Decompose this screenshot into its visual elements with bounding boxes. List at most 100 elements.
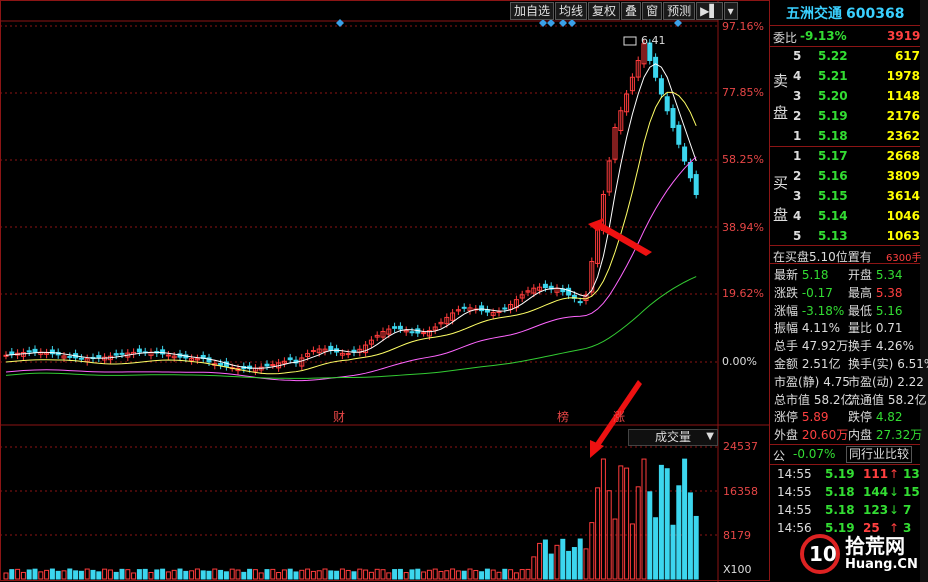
forecast-button[interactable]: 预测	[663, 2, 696, 20]
buy-order-price: 5.15	[818, 189, 848, 203]
stat-value: -3.18%	[801, 303, 845, 318]
buy-order-level: 5	[793, 229, 802, 243]
buy-order-row[interactable]: 5 5.13 1063	[793, 229, 920, 249]
stat-item: 涨幅 -3.18%	[774, 302, 844, 319]
sell-order-row[interactable]: 3 5.20 1148	[793, 89, 920, 109]
candle-body	[165, 354, 171, 357]
event-marker-rank[interactable]: 榜	[557, 408, 569, 425]
buy-order-row[interactable]: 2 5.16 3809	[793, 169, 920, 189]
sell-order-level: 2	[793, 109, 802, 123]
volume-bar	[589, 522, 595, 580]
volume-bar	[293, 571, 299, 580]
volume-bar	[218, 569, 224, 580]
volume-bar	[664, 468, 670, 580]
buy-order-row[interactable]: 4 5.14 1046	[793, 209, 920, 229]
price-axis-label: 58.25%	[722, 153, 764, 166]
candle-body	[136, 348, 142, 353]
stat-value: 5.34	[875, 268, 903, 282]
stat-value: 6.51%	[897, 357, 928, 371]
sell-order-row[interactable]: 5 5.22 617	[793, 49, 920, 69]
tick-price: 5.18	[825, 485, 855, 499]
event-diamond-icon	[547, 19, 555, 27]
volume-bar	[90, 569, 96, 580]
candle-body	[542, 283, 548, 289]
watermark-domain: Huang.CN	[845, 557, 918, 572]
buy-order-volume: 1063	[886, 229, 920, 243]
candle-body	[397, 325, 403, 330]
volume-bar	[107, 569, 113, 580]
volume-bar	[531, 556, 537, 580]
event-marker-limit-up[interactable]: 涨	[613, 408, 625, 425]
sell-order-row[interactable]: 4 5.21 1978	[793, 69, 920, 89]
stat-label: 市盈(动)	[848, 374, 894, 389]
side-tab-strip[interactable]	[920, 0, 928, 582]
sector-label: 公	[773, 449, 786, 463]
volume-bar	[310, 570, 316, 580]
volume-bar	[508, 569, 514, 580]
sector-change: -0.07%	[793, 447, 836, 461]
buy-order-level: 3	[793, 189, 802, 203]
sell-order-volume: 1148	[886, 89, 920, 103]
tick-row: 14:55 5.18 144 ↓ 15	[777, 485, 920, 503]
stat-label: 换手(实)	[848, 357, 894, 371]
sell-order-row[interactable]: 2 5.19 2176	[793, 109, 920, 129]
overlay-button[interactable]: 叠	[621, 2, 642, 20]
volume-axis-label: 16358	[723, 485, 758, 498]
volume-bar	[235, 569, 241, 580]
candle-body	[264, 363, 270, 367]
stat-value: 58.2亿	[887, 392, 927, 407]
adjust-button[interactable]: 复权	[588, 2, 621, 20]
stock-name: 五洲交通	[786, 6, 842, 22]
volume-bar	[247, 568, 253, 580]
volume-bar	[258, 572, 264, 580]
candle-body	[96, 355, 102, 359]
kline-chart[interactable]	[0, 0, 770, 582]
add-favorite-button[interactable]: 加自选	[510, 2, 555, 20]
stat-value: 5.89	[801, 410, 829, 425]
sell-order-volume: 2362	[886, 129, 920, 143]
buy-order-row[interactable]: 3 5.15 3614	[793, 189, 920, 209]
sell-order-price: 5.20	[818, 89, 848, 103]
volume-bar	[421, 571, 427, 580]
sell-order-level: 1	[793, 129, 802, 143]
triangle-down-icon[interactable]: ▾	[723, 2, 738, 20]
candle-body	[78, 357, 84, 360]
volume-bar	[148, 571, 154, 580]
volume-indicator-select[interactable]: 成交量 ▼	[628, 429, 718, 446]
candle-body	[566, 287, 572, 296]
stat-label: 跌停	[848, 410, 873, 425]
arrow-right-bar-icon[interactable]: ▶▌	[696, 2, 723, 20]
volume-bar	[194, 568, 200, 580]
stat-item: 涨跌 -0.17	[774, 284, 833, 301]
stat-item: 市盈(动) 2.22	[848, 373, 924, 390]
buy-order-level: 2	[793, 169, 802, 183]
candle-body	[218, 362, 224, 366]
buy-order-row[interactable]: 1 5.17 2668	[793, 149, 920, 169]
volume-bar	[125, 569, 131, 580]
price-axis-label: 77.85%	[722, 86, 764, 99]
industry-compare-button[interactable]: 同行业比较	[846, 446, 913, 463]
stat-item: 涨停 5.89	[774, 408, 829, 425]
stat-value: -0.17	[801, 285, 833, 300]
moving-average-button[interactable]: 均线	[555, 2, 588, 20]
stat-item: 最新 5.18	[774, 266, 829, 283]
stat-label: 流通值	[848, 392, 885, 407]
stat-label: 涨停	[774, 410, 799, 425]
volume-bar	[467, 568, 473, 580]
volume-bar	[397, 568, 403, 580]
volume-bar	[444, 570, 450, 580]
order-ratio-label: 委比	[773, 31, 798, 45]
sell-order-volume: 617	[894, 49, 920, 63]
svg-text:10: 10	[809, 542, 837, 566]
volume-bar	[32, 568, 38, 580]
window-button[interactable]: 窗	[642, 2, 663, 20]
volume-bar	[484, 568, 490, 580]
candle-body	[502, 307, 508, 310]
chart-toolbar: 加自选 均线 复权 叠 窗 预测 ▶▌ ▾	[510, 2, 739, 20]
volume-bar	[252, 569, 258, 580]
volume-bar	[600, 458, 606, 580]
sell-side-label: 盘	[773, 104, 789, 122]
volume-bar	[618, 465, 624, 580]
buy-order-price: 5.14	[818, 209, 848, 223]
event-marker-finance[interactable]: 财	[333, 408, 345, 425]
